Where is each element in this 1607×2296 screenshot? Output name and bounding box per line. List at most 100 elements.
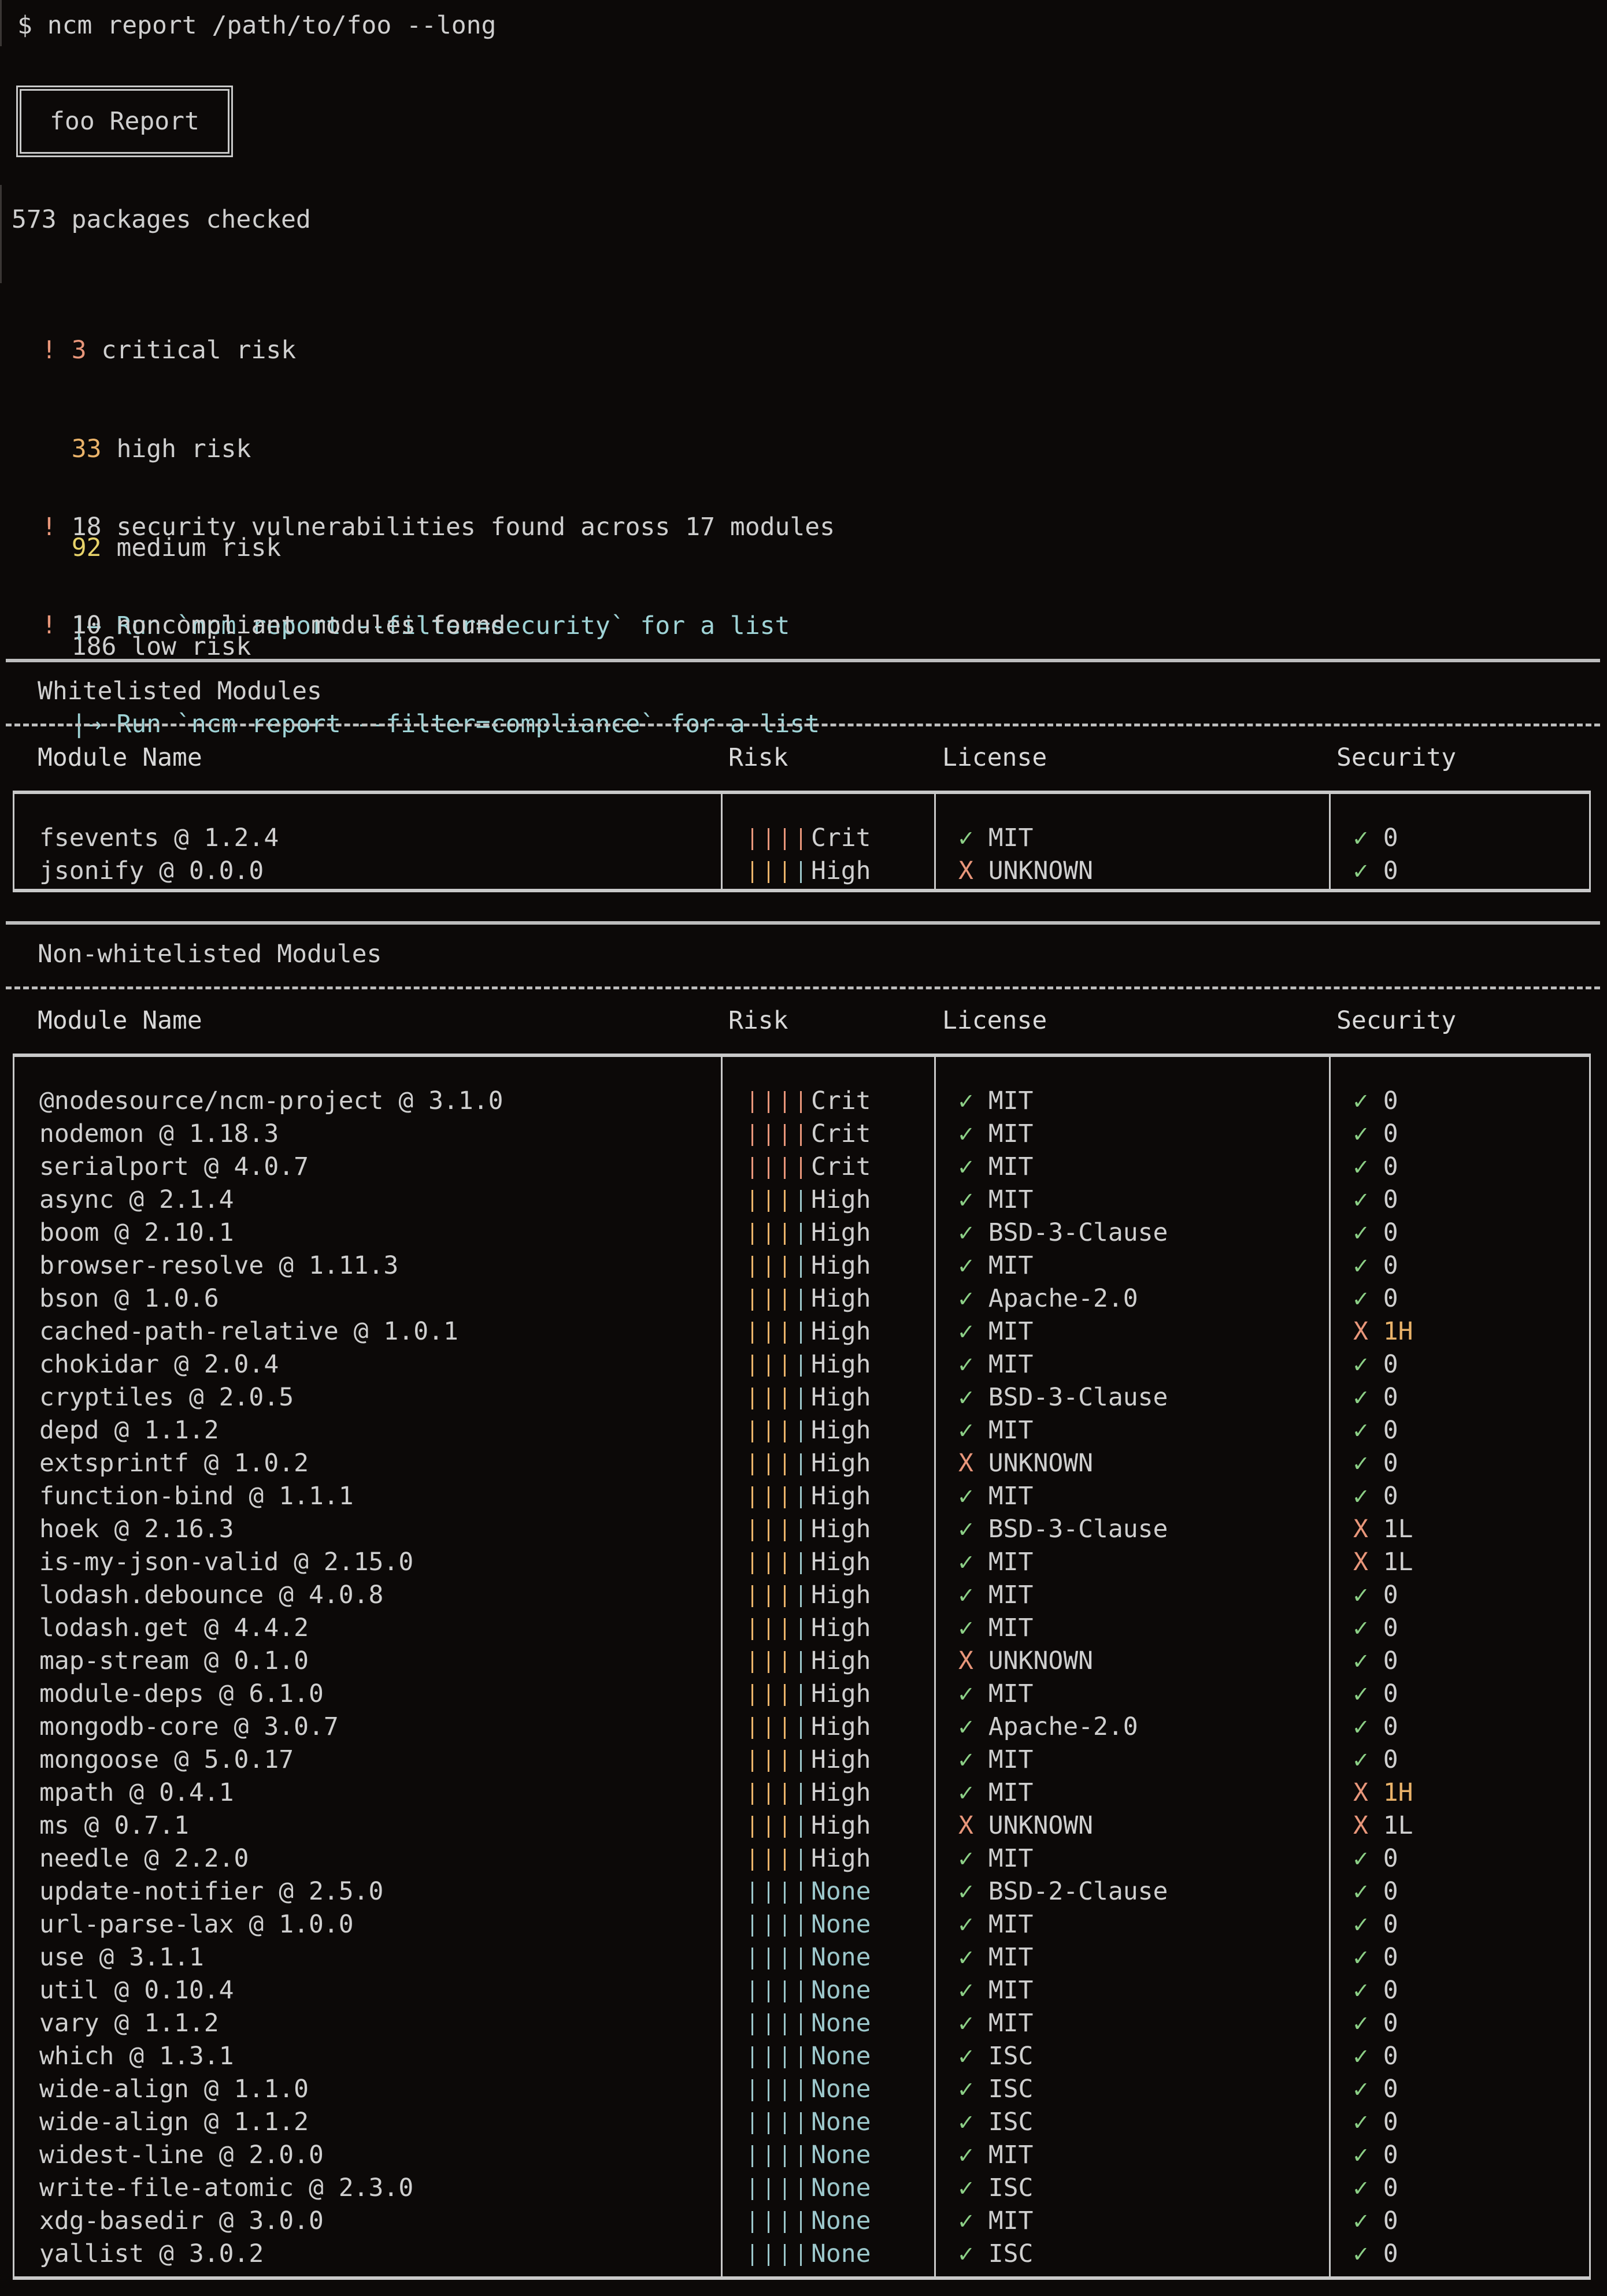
risk-bar xyxy=(800,1190,802,1212)
security-cell: ✓ 0 xyxy=(1353,2007,1413,2040)
risk-bar xyxy=(784,1453,786,1475)
risk-label: None xyxy=(811,2075,871,2104)
risk-bars-icon xyxy=(747,1447,811,1480)
check-icon: ✓ xyxy=(958,1712,973,1741)
risk-bar xyxy=(784,1717,786,1739)
risk-label: High xyxy=(811,1383,871,1412)
risk-bars-icon xyxy=(747,1151,811,1184)
risk-bar xyxy=(768,1849,769,1871)
security-value: 0 xyxy=(1383,1646,1398,1675)
risk-bar xyxy=(768,1322,769,1344)
security-value: 1H xyxy=(1383,1778,1413,1807)
risk-bar xyxy=(800,1453,802,1475)
module-name: fsevents @ 1.2.4 xyxy=(39,824,279,852)
risk-bars-icon xyxy=(747,1085,811,1118)
license-cell: ✓ MIT xyxy=(958,1842,1168,1875)
check-icon: ✓ xyxy=(958,1910,973,1939)
report-title: foo Report xyxy=(50,106,199,136)
security-value: 0 xyxy=(1383,1251,1398,1280)
license-cell: ✓ MIT xyxy=(958,1678,1168,1711)
risk-bar xyxy=(784,2178,786,2200)
risk-bars-icon xyxy=(747,2139,811,2172)
risk-bar xyxy=(751,1519,753,1541)
security-value: 0 xyxy=(1383,856,1398,885)
module-name: ms @ 0.7.1 xyxy=(39,1811,189,1840)
risk-bar xyxy=(784,1355,786,1377)
module-name: depd @ 1.1.2 xyxy=(39,1416,219,1445)
risk-cell: High xyxy=(747,1249,871,1282)
license-cell: ✓ MIT xyxy=(958,1118,1168,1151)
risk-label: None xyxy=(811,2173,871,2202)
security-value: 0 xyxy=(1383,1086,1398,1115)
risk-bar xyxy=(751,1091,753,1113)
module-name: async @ 2.1.4 xyxy=(39,1185,234,1214)
packages-checked: 573 packages checked xyxy=(12,205,311,234)
risk-bar xyxy=(800,1157,802,1179)
license-cell: ✓ BSD-3-Clause xyxy=(958,1381,1168,1414)
risk-bar xyxy=(768,1355,769,1377)
x-icon: X xyxy=(1353,1317,1368,1346)
risk-bars-icon xyxy=(747,2073,811,2106)
risk-bar xyxy=(768,2112,769,2134)
security-cell: ✓ 0 xyxy=(1353,1875,1413,1908)
license-cell: ✓ ISC xyxy=(958,2106,1168,2139)
risk-bar xyxy=(751,1322,753,1344)
risk-bar xyxy=(784,1750,786,1772)
x-icon: X xyxy=(958,856,973,885)
risk-bar xyxy=(800,1618,802,1640)
risk-bar xyxy=(784,1420,786,1442)
check-icon: ✓ xyxy=(1353,2042,1368,2071)
risk-bars-icon xyxy=(747,1776,811,1809)
license-cell: X UNKNOWN xyxy=(958,1645,1168,1678)
risk-bars-icon xyxy=(747,2172,811,2205)
module-name: browser-resolve @ 1.11.3 xyxy=(39,1251,399,1280)
license-cell: ✓ BSD-2-Clause xyxy=(958,1875,1168,1908)
risk-bars-icon xyxy=(747,1974,811,2007)
risk-cell: Crit xyxy=(747,1085,871,1118)
check-icon: ✓ xyxy=(958,1185,973,1214)
risk-cell: None xyxy=(747,2106,871,2139)
module-name: mpath @ 0.4.1 xyxy=(39,1778,234,1807)
check-icon: ✓ xyxy=(1353,824,1368,852)
critical-count: 3 xyxy=(71,336,87,365)
check-icon: ✓ xyxy=(958,2009,973,2038)
risk-bar xyxy=(800,1684,802,1706)
compliance-text: 10 noncompliant modules found xyxy=(71,611,506,640)
risk-bar xyxy=(768,1618,769,1640)
risk-bar xyxy=(784,1256,786,1278)
license-name: MIT xyxy=(988,1613,1034,1642)
risk-label: High xyxy=(811,1745,871,1774)
security-value: 0 xyxy=(1383,1910,1398,1939)
risk-bar xyxy=(800,1750,802,1772)
header-module-name: Module Name xyxy=(38,743,202,772)
risk-bar xyxy=(800,2079,802,2101)
risk-bars-icon xyxy=(747,1809,811,1842)
module-name: needle @ 2.2.0 xyxy=(39,1844,249,1873)
license-name: MIT xyxy=(988,1976,1034,2005)
risk-bar xyxy=(784,1486,786,1508)
risk-bar xyxy=(751,861,753,883)
risk-bar xyxy=(768,1651,769,1673)
risk-bars-icon xyxy=(747,1908,811,1941)
risk-bar xyxy=(784,1190,786,1212)
security-value: 0 xyxy=(1383,1383,1398,1412)
security-cell: ✓ 0 xyxy=(1353,1282,1413,1315)
warning-icon: ! xyxy=(42,611,57,640)
module-name: @nodesource/ncm-project @ 3.1.0 xyxy=(39,1086,503,1115)
risk-bar xyxy=(800,2013,802,2035)
risk-label: High xyxy=(811,1613,871,1642)
risk-bar xyxy=(768,861,769,883)
risk-bar xyxy=(768,1750,769,1772)
risk-bar xyxy=(784,1388,786,1410)
risk-bars-icon xyxy=(747,1184,811,1216)
license-name: MIT xyxy=(988,1581,1034,1609)
risk-bar xyxy=(784,1157,786,1179)
security-value: 0 xyxy=(1383,1449,1398,1478)
license-column: ✓ MIT X UNKNOWN xyxy=(958,822,1093,888)
risk-bar xyxy=(800,1091,802,1113)
risk-bar xyxy=(751,1783,753,1805)
license-name: MIT xyxy=(988,1086,1034,1115)
license-cell: ✓ MIT xyxy=(958,2205,1168,2238)
risk-bar xyxy=(784,2211,786,2233)
check-icon: ✓ xyxy=(958,2141,973,2169)
